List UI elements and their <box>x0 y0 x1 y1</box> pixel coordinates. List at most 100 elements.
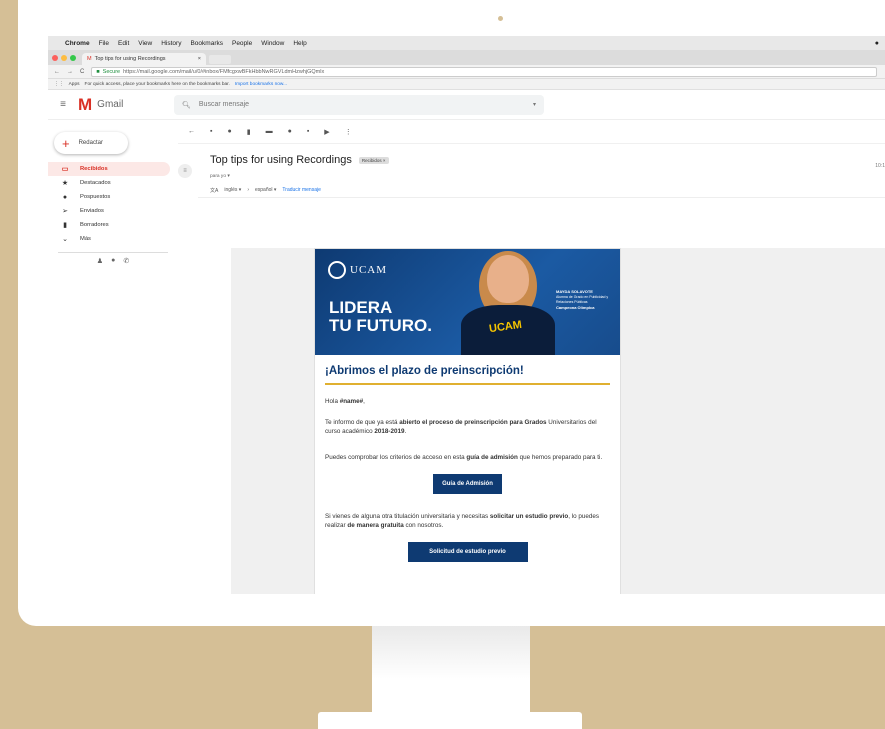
translate-bar: 文A inglés ▾ › español ▾ Traducir mensaje <box>210 187 321 194</box>
address-bar: ← → C ■ Secure https://mail.google.com/m… <box>48 65 885 79</box>
arrow-icon: › <box>247 187 249 193</box>
sidebar-item-label: Borradores <box>80 222 109 228</box>
menu-people[interactable]: People <box>232 40 252 47</box>
admission-guide-button[interactable]: Guía de Admisión <box>433 474 502 494</box>
search-input[interactable]: Buscar mensaje <box>199 101 249 108</box>
sender-avatar[interactable]: ≡ <box>178 164 192 178</box>
draft-icon: ▮ <box>63 222 67 229</box>
sidebar-item-label: Destacados <box>80 180 111 186</box>
gmail-logo[interactable]: M Gmail <box>78 95 174 115</box>
hamburger-menu-icon[interactable]: ≡ <box>48 99 78 110</box>
mark-unread-icon[interactable]: ▬ <box>266 128 273 135</box>
compose-button[interactable]: + Redactar <box>54 132 128 154</box>
sidebar-item-starred[interactable]: ★ Destacados <box>48 176 170 190</box>
prior-study-request-button[interactable]: Solicitud de estudio previo <box>407 542 528 562</box>
reload-icon[interactable]: C <box>80 69 84 75</box>
import-bookmarks-link[interactable]: Import bookmarks now... <box>235 82 287 87</box>
gmail-app: ≡ M Gmail 🔍︎ Buscar mensaje ▾ + Redactar <box>48 90 885 594</box>
sidebar-item-inbox[interactable]: ▭ Recibidos <box>48 162 170 176</box>
recipient-text: para yo <box>210 174 226 179</box>
caption-name: MAYDA SOLAVOTE <box>556 289 593 294</box>
banner-headline: LIDERA TU FUTURO. <box>329 299 432 335</box>
monitor-stand <box>372 626 530 714</box>
translate-to[interactable]: español ▾ <box>255 187 276 194</box>
move-to-icon[interactable]: ▪ <box>307 128 309 135</box>
window-controls <box>52 55 76 61</box>
message-subject: Top tips for using Recordings <box>210 154 352 166</box>
menu-file[interactable]: File <box>99 40 109 47</box>
new-tab-button[interactable] <box>209 55 231 64</box>
report-spam-icon[interactable]: ● <box>227 128 231 135</box>
message-subject-row: Top tips for using Recordings Recibidos … <box>210 154 885 166</box>
menu-app-name[interactable]: Chrome <box>65 40 90 47</box>
secure-label: Secure <box>102 68 121 75</box>
sidebar-item-label: Más <box>80 236 91 242</box>
mac-menubar: Chrome File Edit View History Bookmarks … <box>48 36 885 50</box>
minimize-window-icon[interactable] <box>61 55 67 61</box>
tab-title: Top tips for using Recordings <box>94 56 166 62</box>
more-options-icon[interactable]: ⋮ <box>345 128 352 136</box>
menu-history[interactable]: History <box>161 40 181 47</box>
menu-bookmarks[interactable]: Bookmarks <box>190 40 223 47</box>
maximize-window-icon[interactable] <box>70 55 76 61</box>
chevron-down-icon: ⌄ <box>62 236 68 243</box>
email-body: UCAM LIDERA TU FUTURO. UCAM MAYDA SOLAVO… <box>314 248 621 594</box>
menu-window[interactable]: Window <box>261 40 284 47</box>
nav-list: ▭ Recibidos ★ Destacados ● Pospuestos ➢ … <box>48 162 174 246</box>
caption-lines: Alumna de Grado en Publicidad y Relacion… <box>556 295 609 304</box>
search-options-icon[interactable]: ▾ <box>533 101 536 108</box>
snooze-icon[interactable]: ● <box>288 128 292 135</box>
menu-help[interactable]: Help <box>293 40 306 47</box>
gmail-header: ≡ M Gmail 🔍︎ Buscar mensaje ▾ <box>48 90 885 120</box>
back-to-inbox-icon[interactable]: ← <box>188 128 195 135</box>
caption-campus: Campeona Olímpica <box>556 305 595 310</box>
sidebar-item-more[interactable]: ⌄ Más <box>48 232 170 246</box>
hangouts-icon[interactable]: ● <box>111 257 115 265</box>
label-chip-text: Recibidos <box>361 157 382 163</box>
gmail-sidebar: + Redactar ▭ Recibidos ★ Destacados ● Po… <box>48 120 174 594</box>
paragraph-2: Puedes comprobar los criterios de acceso… <box>325 454 603 461</box>
star-icon: ★ <box>61 180 69 187</box>
banner-line2: TU FUTURO. <box>329 316 432 335</box>
sidebar-item-drafts[interactable]: ▮ Borradores <box>48 218 170 232</box>
search-bar[interactable]: 🔍︎ Buscar mensaje ▾ <box>174 94 544 115</box>
gmail-favicon-icon: M <box>87 56 92 62</box>
close-window-icon[interactable] <box>52 55 58 61</box>
divider <box>198 197 885 198</box>
menu-view[interactable]: View <box>138 40 152 47</box>
screen: Chrome File Edit View History Bookmarks … <box>48 36 885 594</box>
close-tab-icon[interactable]: × <box>198 56 201 62</box>
translate-message-link[interactable]: Traducir mensaje <box>282 187 320 194</box>
bookmarks-apps[interactable]: Apps <box>69 82 80 87</box>
person-icon[interactable]: ♟ <box>97 257 103 265</box>
student-photo: UCAM <box>461 251 555 355</box>
sidebar-item-snoozed[interactable]: ● Pospuestos <box>48 190 170 204</box>
monitor-frame: Chrome File Edit View History Bookmarks … <box>18 0 885 626</box>
browser-tab[interactable]: M Top tips for using Recordings × <box>82 53 206 65</box>
recipient-line[interactable]: para yo ▾ <box>210 174 230 179</box>
ucam-seal-icon <box>328 261 346 279</box>
message-date: 10:1 <box>875 163 885 169</box>
forward-icon[interactable]: → <box>67 69 73 75</box>
sidebar-item-label: Enviados <box>80 208 104 214</box>
inbox-label-chip[interactable]: Recibidos × <box>358 156 389 164</box>
phone-icon[interactable]: ✆ <box>123 257 129 265</box>
label-icon[interactable]: ▶ <box>324 128 329 136</box>
apps-grid-icon[interactable]: ⋮⋮ <box>54 82 64 87</box>
omnibox[interactable]: ■ Secure https://mail.google.com/mail/u/… <box>91 66 877 77</box>
email-heading: ¡Abrimos el plazo de preinscripción! <box>325 365 524 377</box>
photo-caption: MAYDA SOLAVOTE Alumna de Grado en Public… <box>556 289 610 311</box>
menu-edit[interactable]: Edit <box>118 40 129 47</box>
email-text: ¡Abrimos el plazo de preinscripción! Hol… <box>315 355 620 562</box>
sidebar-item-sent[interactable]: ➢ Enviados <box>48 204 170 218</box>
url-text[interactable]: https://mail.google.com/mail/u/0/#inbox/… <box>123 69 324 75</box>
bookmarks-hint: For quick access, place your bookmarks h… <box>84 81 230 87</box>
back-icon[interactable]: ← <box>54 69 60 75</box>
archive-icon[interactable]: ▪ <box>210 128 212 135</box>
camera-dot <box>498 16 503 21</box>
status-icon[interactable]: ● <box>875 40 879 47</box>
inbox-icon: ▭ <box>61 166 69 173</box>
delete-icon[interactable]: ▮ <box>247 128 251 136</box>
search-icon[interactable]: 🔍︎ <box>182 101 191 109</box>
translate-from[interactable]: inglés ▾ <box>224 187 241 194</box>
